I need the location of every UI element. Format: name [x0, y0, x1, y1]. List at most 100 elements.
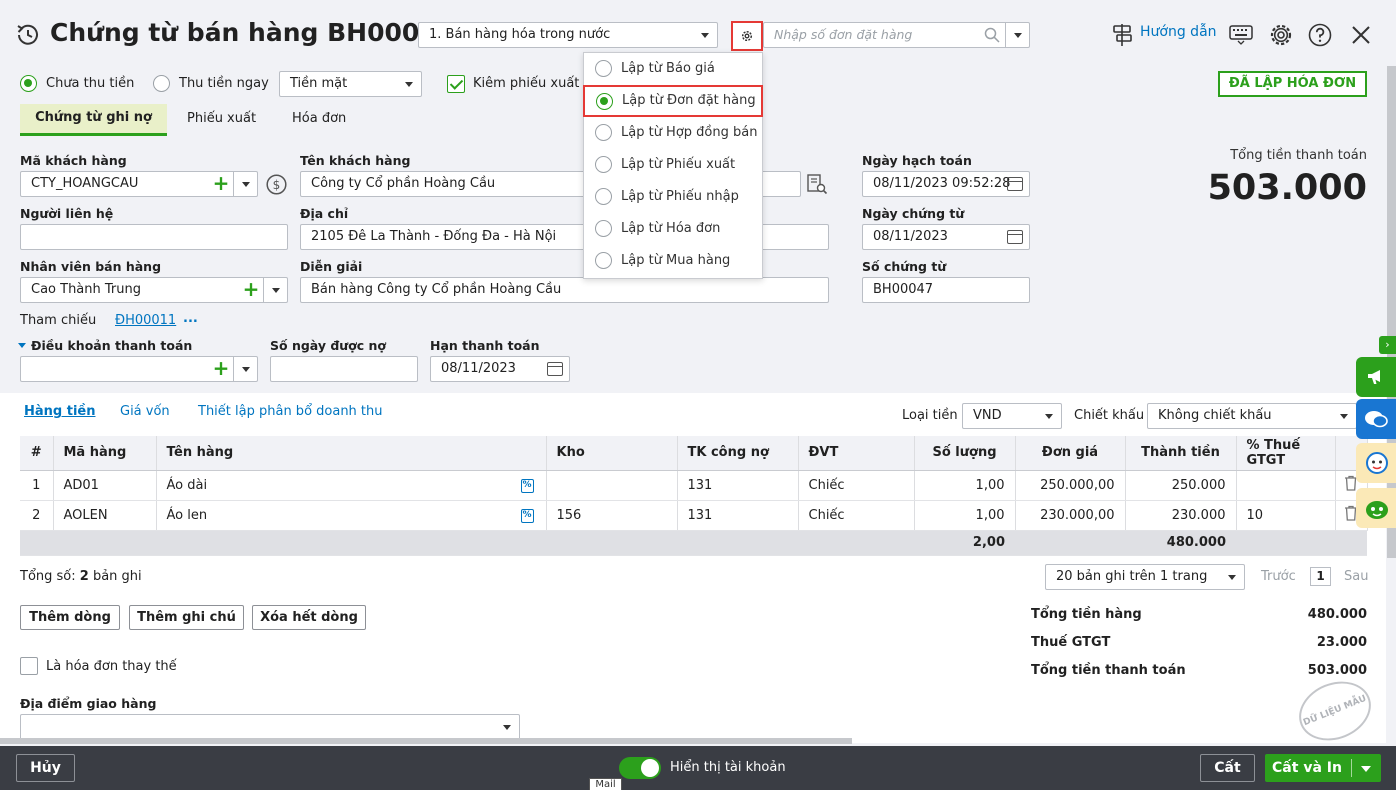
- menu-item-from-quote[interactable]: Lập từ Báo giá: [584, 53, 764, 85]
- menu-item-from-invoice[interactable]: Lập từ Hóa đơn: [584, 213, 764, 245]
- salesperson-input[interactable]: Cao Thành Trung +: [20, 277, 288, 303]
- history-icon[interactable]: [15, 22, 41, 48]
- paid-label[interactable]: Thu tiền ngay: [179, 76, 269, 91]
- guide-icon[interactable]: [1112, 23, 1134, 47]
- with-delivery-checkbox[interactable]: [447, 75, 465, 93]
- add-payment-term-icon[interactable]: +: [209, 357, 233, 381]
- customer-lookup-icon[interactable]: [806, 173, 828, 195]
- dollar-icon[interactable]: $: [266, 174, 287, 195]
- chat-button[interactable]: [1356, 399, 1396, 439]
- posting-date-input[interactable]: 08/11/2023 09:52:28: [862, 171, 1030, 197]
- chevron-down-icon[interactable]: [233, 172, 257, 196]
- calendar-icon[interactable]: [1007, 177, 1023, 191]
- show-account-label[interactable]: Hiển thị tài khoản: [670, 760, 786, 775]
- calendar-icon[interactable]: [547, 362, 563, 376]
- cell-debit-account[interactable]: 131: [677, 470, 799, 501]
- show-account-toggle[interactable]: [619, 757, 661, 779]
- menu-item-from-purchase[interactable]: Lập từ Mua hàng: [584, 245, 764, 277]
- cell-debit-account[interactable]: 131: [677, 500, 799, 531]
- add-note-button[interactable]: Thêm ghi chú: [129, 605, 244, 630]
- announcement-button[interactable]: [1356, 357, 1396, 397]
- cell-quantity[interactable]: 1,00: [914, 470, 1016, 501]
- menu-item-from-contract[interactable]: Lập từ Hợp đồng bán: [584, 117, 764, 149]
- close-icon[interactable]: [1351, 25, 1371, 45]
- description-input[interactable]: Bán hàng Công ty Cổ phần Hoàng Cầu: [300, 277, 829, 303]
- customer-code-input[interactable]: CTY_HOANGCAU +: [20, 171, 258, 197]
- chevron-down-icon[interactable]: [263, 278, 287, 302]
- create-from-settings-button[interactable]: [731, 21, 763, 51]
- cell-warehouse[interactable]: 156: [546, 500, 678, 531]
- reference-more-button[interactable]: ...: [183, 311, 198, 326]
- cell-amount[interactable]: 250.000: [1125, 470, 1237, 501]
- save-and-print-button[interactable]: Cất và In: [1265, 754, 1381, 782]
- due-date-input[interactable]: 08/11/2023: [430, 356, 570, 382]
- chevron-down-icon[interactable]: [1361, 766, 1371, 772]
- subtab-goods-money[interactable]: Hàng tiền: [24, 404, 95, 419]
- tab-invoice[interactable]: Hóa đơn: [292, 111, 346, 126]
- voucher-no-input[interactable]: BH00047: [862, 277, 1030, 303]
- voucher-date-input[interactable]: 08/11/2023: [862, 224, 1030, 250]
- menu-item-from-delivery-note[interactable]: Lập từ Phiếu xuất: [584, 149, 764, 181]
- tab-delivery-note[interactable]: Phiếu xuất: [187, 111, 256, 126]
- cell-unit-price[interactable]: 230.000,00: [1015, 500, 1126, 531]
- cell-unit-price[interactable]: 250.000,00: [1015, 470, 1126, 501]
- add-salesperson-icon[interactable]: +: [239, 278, 263, 302]
- paid-radio[interactable]: [153, 75, 170, 92]
- messenger-bot-button[interactable]: [1356, 488, 1396, 528]
- page-size-select[interactable]: 20 bản ghi trên 1 trang: [1045, 564, 1245, 590]
- unpaid-label[interactable]: Chưa thu tiền: [46, 76, 134, 91]
- expand-side-button[interactable]: ›: [1379, 336, 1396, 354]
- cancel-button[interactable]: Hủy: [16, 754, 75, 782]
- contact-input[interactable]: [20, 224, 288, 250]
- cell-amount[interactable]: 230.000: [1125, 500, 1237, 531]
- cell-quantity[interactable]: 1,00: [914, 500, 1016, 531]
- sale-type-select[interactable]: 1. Bán hàng hóa trong nước: [418, 22, 718, 48]
- help-link[interactable]: Hướng dẫn: [1140, 24, 1217, 40]
- payment-terms-input[interactable]: +: [20, 356, 258, 382]
- cell-vat-rate[interactable]: 10: [1236, 500, 1336, 531]
- cell-item-code[interactable]: AD01: [53, 470, 157, 501]
- add-row-button[interactable]: Thêm dòng: [20, 605, 120, 630]
- replacement-invoice-label[interactable]: Là hóa đơn thay thế: [46, 659, 177, 674]
- subtab-cost-price[interactable]: Giá vốn: [120, 404, 170, 419]
- calendar-icon[interactable]: [1007, 230, 1023, 244]
- delete-all-rows-button[interactable]: Xóa hết dòng: [252, 605, 366, 630]
- order-search-input[interactable]: Nhập số đơn đặt hàng: [763, 22, 1030, 48]
- credit-days-input[interactable]: [270, 356, 418, 382]
- cell-unit[interactable]: Chiếc: [798, 500, 915, 531]
- delivery-place-select[interactable]: [20, 714, 520, 740]
- replacement-invoice-checkbox[interactable]: [20, 657, 38, 675]
- chevron-down-icon[interactable]: [233, 357, 257, 381]
- chevron-down-icon[interactable]: [1005, 23, 1029, 47]
- discount-select[interactable]: Không chiết khấu: [1147, 403, 1357, 429]
- collapse-triangle-icon[interactable]: [18, 343, 26, 348]
- currency-select[interactable]: VND: [962, 403, 1062, 429]
- cell-unit[interactable]: Chiếc: [798, 470, 915, 501]
- settings-icon[interactable]: [1268, 22, 1294, 48]
- unpaid-radio[interactable]: [20, 75, 37, 92]
- search-icon[interactable]: [984, 27, 1000, 43]
- promotion-icon[interactable]: %: [520, 508, 534, 523]
- cell-item-name[interactable]: Áo dài %: [156, 470, 547, 501]
- cell-warehouse[interactable]: [546, 470, 678, 501]
- save-button[interactable]: Cất: [1200, 754, 1255, 782]
- table-row[interactable]: 2 AOLEN Áo len % 156 131 Chiếc 1,00 230.…: [20, 500, 1368, 531]
- tab-debit-voucher[interactable]: Chứng từ ghi nợ: [20, 104, 167, 136]
- add-customer-icon[interactable]: +: [209, 172, 233, 196]
- help-icon[interactable]: [1308, 23, 1332, 47]
- cell-item-code[interactable]: AOLEN: [53, 500, 157, 531]
- horizontal-scrollbar[interactable]: [0, 738, 852, 744]
- next-page-button[interactable]: Sau: [1344, 569, 1368, 584]
- menu-item-from-receipt-note[interactable]: Lập từ Phiếu nhập: [584, 181, 764, 213]
- payment-method-select[interactable]: Tiền mặt: [279, 71, 422, 97]
- menu-item-from-sales-order[interactable]: Lập từ Đơn đặt hàng: [583, 85, 763, 117]
- table-row[interactable]: 1 AD01 Áo dài % 131 Chiếc 1,00 250.000,0…: [20, 470, 1368, 501]
- keyboard-icon[interactable]: [1229, 25, 1253, 45]
- cell-item-name[interactable]: Áo len %: [156, 500, 547, 531]
- vertical-scrollbar[interactable]: [1387, 66, 1396, 558]
- page-number[interactable]: 1: [1310, 567, 1331, 586]
- prev-page-button[interactable]: Trước: [1261, 569, 1296, 584]
- support-bot-button[interactable]: [1356, 443, 1396, 483]
- promotion-icon[interactable]: %: [520, 478, 534, 493]
- with-delivery-label[interactable]: Kiêm phiếu xuất: [473, 76, 579, 91]
